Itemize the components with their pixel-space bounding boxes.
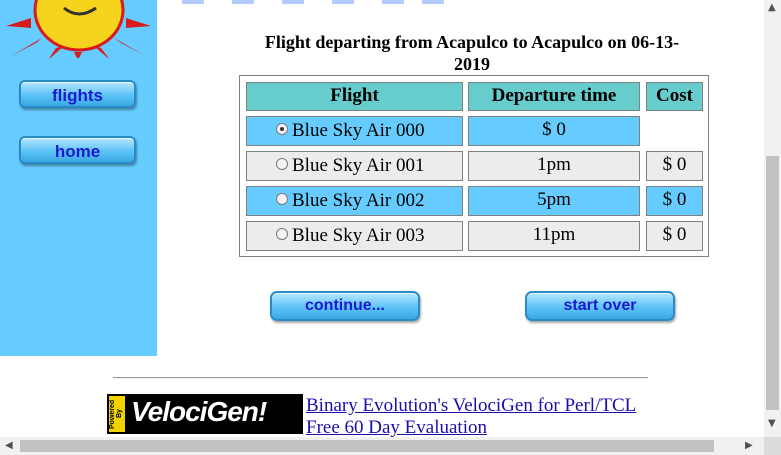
radio-icon[interactable]: [276, 158, 288, 170]
flight-option-row[interactable]: Blue Sky Air 002: [246, 186, 463, 216]
page-title: Flight departing from Acapulco to Acapul…: [237, 31, 707, 75]
cost-cell: $ 0: [646, 186, 703, 216]
scrollbar-corner: [764, 437, 781, 455]
vertical-scrollbar[interactable]: ▲ ▼: [764, 0, 781, 437]
sun-logo-icon: [6, 0, 151, 58]
flight-name: Blue Sky Air 001: [292, 155, 425, 176]
departure-time-cell: 11pm: [468, 221, 640, 251]
divider: [113, 377, 648, 379]
departure-time-cell: 1pm: [468, 151, 640, 181]
flight-name: Blue Sky Air 000: [292, 120, 425, 141]
start-over-button[interactable]: start over: [525, 291, 675, 321]
velocigen-ad-link[interactable]: Binary Evolution's VelociGen for Perl/TC…: [306, 395, 636, 417]
sidebar: flights home: [0, 0, 157, 356]
site-banner-logo: [182, 0, 444, 4]
flight-table: Flight Departure time Cost Blue Sky Air …: [239, 75, 709, 257]
radio-icon[interactable]: [276, 193, 288, 205]
vertical-scroll-thumb[interactable]: [766, 156, 779, 410]
radio-icon[interactable]: [276, 228, 288, 240]
radio-icon[interactable]: [276, 123, 288, 135]
scroll-right-arrow-icon[interactable]: ▶: [745, 440, 753, 451]
horizontal-scrollbar[interactable]: ◀ ▶: [0, 437, 764, 455]
flights-button[interactable]: flights: [19, 80, 136, 108]
continue-button[interactable]: continue...: [270, 291, 420, 321]
scroll-up-arrow-icon[interactable]: ▲: [768, 2, 776, 13]
flight-name: Blue Sky Air 003: [292, 225, 425, 246]
flight-option-row[interactable]: Blue Sky Air 000: [246, 116, 463, 146]
page-title-line2: 2019: [454, 54, 490, 74]
horizontal-scroll-thumb[interactable]: [20, 440, 714, 452]
departure-time-cell: 5pm: [468, 186, 640, 216]
velocigen-logo[interactable]: Powered By VelociGen!: [107, 394, 303, 434]
cost-cell: $ 0: [646, 151, 703, 181]
column-header-cost: Cost: [646, 82, 703, 111]
page-title-line1: Flight departing from Acapulco to Acapul…: [264, 32, 680, 52]
departure-time-cell: $ 0: [468, 116, 640, 146]
flight-name: Blue Sky Air 002: [292, 190, 425, 211]
column-header-flight: Flight: [246, 82, 463, 111]
flight-option-row[interactable]: Blue Sky Air 001: [246, 151, 463, 181]
home-button[interactable]: home: [19, 136, 136, 164]
powered-by-label: Powered By: [109, 396, 125, 432]
evaluation-link[interactable]: Free 60 Day Evaluation: [306, 417, 487, 439]
column-header-departure-time: Departure time: [468, 82, 640, 111]
scroll-down-arrow-icon[interactable]: ▼: [768, 418, 776, 429]
velocigen-logo-text: VelociGen!: [131, 396, 267, 427]
flight-option-row[interactable]: Blue Sky Air 003: [246, 221, 463, 251]
cost-cell: $ 0: [646, 221, 703, 251]
scroll-left-arrow-icon[interactable]: ◀: [5, 440, 13, 451]
